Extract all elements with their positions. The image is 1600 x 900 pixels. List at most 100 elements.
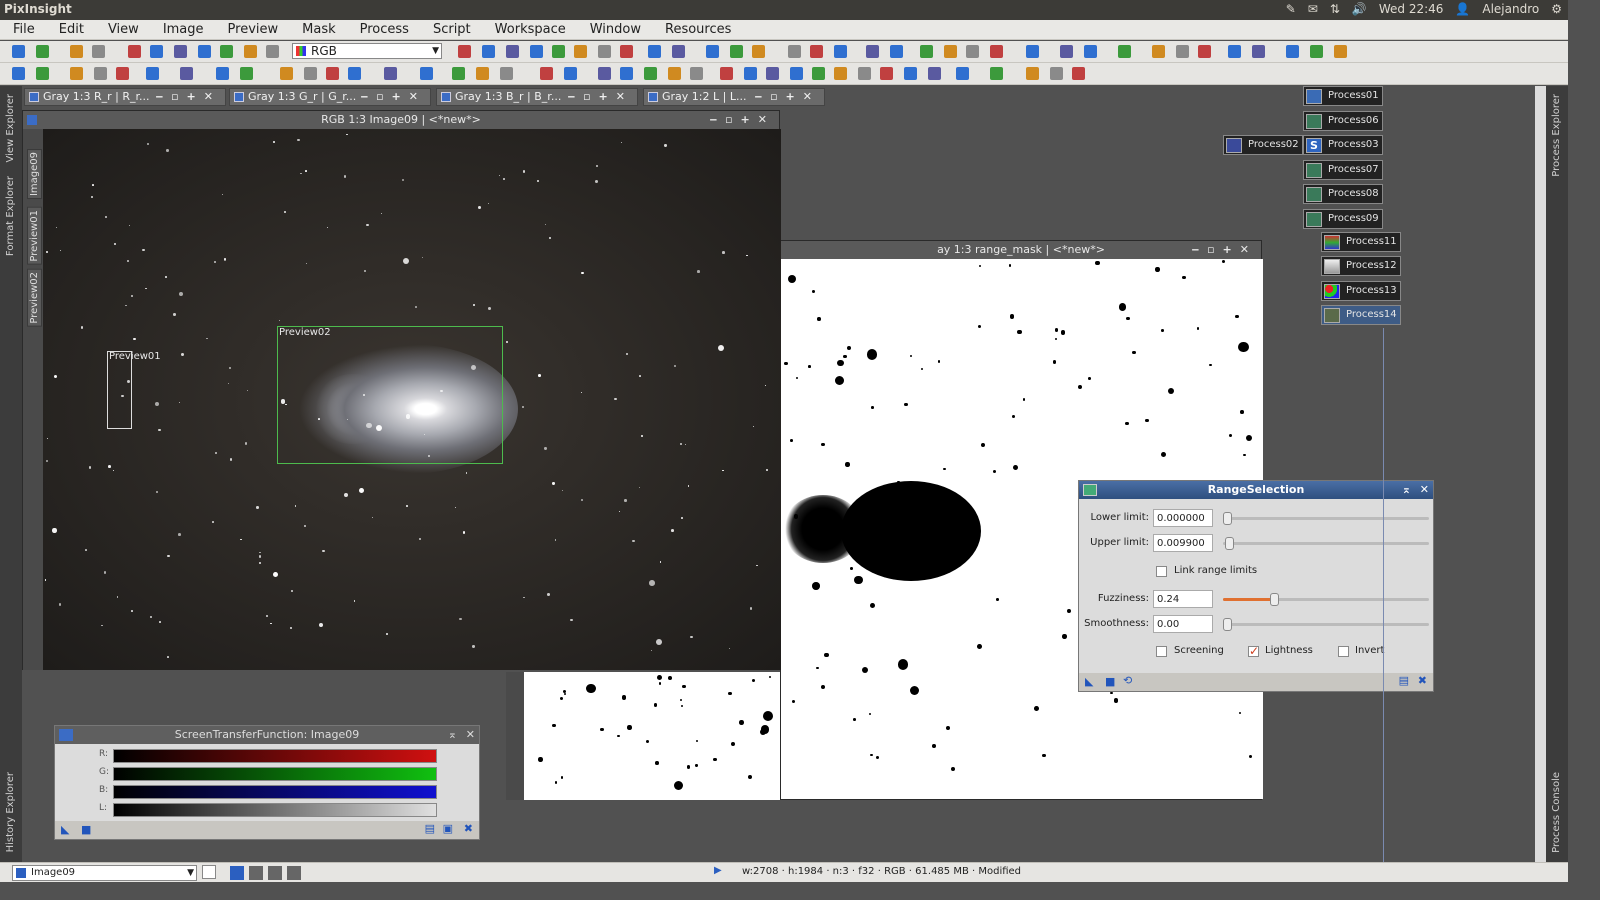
process-icon-02[interactable]: Process02 bbox=[1223, 135, 1303, 155]
shade-button[interactable]: ⌅ bbox=[448, 726, 457, 744]
toolbar-button-icon[interactable] bbox=[116, 67, 129, 80]
toolbar-button-icon[interactable] bbox=[70, 67, 83, 80]
shade-button[interactable]: ⌅ bbox=[1402, 481, 1411, 499]
toolbar-button-icon[interactable] bbox=[866, 45, 879, 58]
menu-workspace[interactable]: Workspace bbox=[482, 20, 577, 39]
toolbar-button-icon[interactable] bbox=[790, 67, 803, 80]
doc-tab-b[interactable]: Gray 1:3 B_r | B_r... ‒▫+✕ bbox=[436, 88, 638, 106]
toolbar-button-icon[interactable] bbox=[500, 67, 513, 80]
preview01-box[interactable] bbox=[107, 351, 132, 429]
toolbar-button-icon[interactable] bbox=[150, 45, 163, 58]
slider-knob[interactable] bbox=[1223, 512, 1232, 525]
fuzziness-input[interactable]: 0.24 bbox=[1153, 590, 1213, 608]
toolbar-button-icon[interactable] bbox=[1286, 45, 1299, 58]
real-time-preview-icon[interactable]: ⟲ bbox=[1123, 674, 1132, 687]
toolbar-button-icon[interactable] bbox=[266, 45, 279, 58]
toolbar-button-icon[interactable] bbox=[574, 45, 587, 58]
edit-icon[interactable]: ✎ bbox=[1286, 2, 1296, 16]
slider-knob[interactable] bbox=[1224, 537, 1234, 550]
smoothness-input[interactable]: 0.00 bbox=[1153, 615, 1213, 633]
toolbar-button-icon[interactable] bbox=[304, 67, 317, 80]
menu-mask[interactable]: Mask bbox=[289, 20, 346, 39]
toolbar-button-icon[interactable] bbox=[506, 45, 519, 58]
smoothness-slider[interactable] bbox=[1223, 618, 1429, 631]
toolbar-button-icon[interactable] bbox=[1084, 45, 1097, 58]
format-explorer-tab[interactable]: Format Explorer bbox=[5, 176, 16, 256]
toolbar-button-icon[interactable] bbox=[644, 67, 657, 80]
vtab-image09[interactable]: Image09 bbox=[27, 149, 42, 200]
process-icon-06[interactable]: Process06 bbox=[1303, 111, 1383, 131]
range-selection-dialog[interactable]: RangeSelection ⌅ ✕ Lower limit: 0.000000… bbox=[1078, 480, 1434, 692]
toolbar-button-icon[interactable] bbox=[990, 45, 1003, 58]
toolbar-button-icon[interactable] bbox=[348, 67, 361, 80]
toolbar-button-icon[interactable] bbox=[744, 67, 757, 80]
window-controls[interactable]: ‒▫+✕ bbox=[1191, 241, 1257, 259]
documentation-icon[interactable]: ▤ bbox=[1399, 674, 1409, 687]
window-controls[interactable]: ‒▫+✕ bbox=[155, 89, 221, 105]
mask-image-lower[interactable] bbox=[524, 672, 780, 800]
process-icon-11[interactable]: Process11 bbox=[1321, 232, 1401, 252]
process-icon-09[interactable]: Process09 bbox=[1303, 209, 1383, 229]
lightness-checkbox[interactable] bbox=[1248, 644, 1259, 658]
toolbar-button-icon[interactable] bbox=[476, 67, 489, 80]
toolbar-button-icon[interactable] bbox=[452, 67, 465, 80]
toolbar-button-icon[interactable] bbox=[834, 67, 847, 80]
preferences-icon[interactable]: ▣ bbox=[443, 822, 453, 835]
link-range-checkbox[interactable] bbox=[1156, 566, 1167, 577]
toolbar-button-icon[interactable] bbox=[1072, 67, 1085, 80]
display-channel-g-icon[interactable] bbox=[268, 866, 282, 880]
toolbar-button-icon[interactable] bbox=[220, 45, 233, 58]
image-window-titlebar[interactable]: RGB 1:3 Image09 | <*new*> ‒▫+✕ bbox=[23, 111, 779, 129]
menu-view[interactable]: View bbox=[95, 20, 150, 39]
toolbar-button-icon[interactable] bbox=[70, 45, 83, 58]
reset-icon[interactable]: ✖ bbox=[1418, 674, 1427, 687]
view-selector[interactable]: Image09 ▼ bbox=[12, 865, 197, 881]
toolbar-button-icon[interactable] bbox=[174, 45, 187, 58]
documentation-icon[interactable]: ▤ bbox=[425, 822, 435, 835]
toolbar-button-icon[interactable] bbox=[1198, 45, 1211, 58]
toolbar-button-icon[interactable] bbox=[420, 67, 433, 80]
process-icon-08[interactable]: Process08 bbox=[1303, 184, 1383, 204]
toolbar-button-icon[interactable] bbox=[1050, 67, 1063, 80]
toolbar-button-icon[interactable] bbox=[530, 45, 543, 58]
toolbar-button-icon[interactable] bbox=[620, 45, 633, 58]
display-channel-r-icon[interactable] bbox=[249, 866, 263, 880]
settings-gear-icon[interactable]: ⚙ bbox=[1551, 2, 1562, 16]
toolbar-button-icon[interactable] bbox=[672, 45, 685, 58]
process-icon-03[interactable]: S Process03 bbox=[1303, 135, 1383, 155]
toolbar-button-icon[interactable] bbox=[648, 45, 661, 58]
stf-slider-r[interactable] bbox=[113, 749, 437, 763]
menu-image[interactable]: Image bbox=[150, 20, 215, 39]
stf-titlebar[interactable]: ScreenTransferFunction: Image09 ⌅ ✕ bbox=[55, 726, 479, 744]
invert-checkbox[interactable] bbox=[1338, 646, 1349, 657]
doc-tab-g[interactable]: Gray 1:3 G_r | G_r... ‒▫+✕ bbox=[229, 88, 431, 106]
doc-tab-r[interactable]: Gray 1:3 R_r | R_r... ‒▫+✕ bbox=[24, 88, 226, 106]
view-explorer-tab[interactable]: View Explorer bbox=[5, 94, 16, 163]
toolbar-button-icon[interactable] bbox=[928, 67, 941, 80]
toolbar-button-icon[interactable] bbox=[1176, 45, 1189, 58]
upper-limit-input[interactable]: 0.009900 bbox=[1153, 534, 1213, 552]
menu-process[interactable]: Process bbox=[347, 20, 420, 39]
toolbar-button-icon[interactable] bbox=[216, 67, 229, 80]
history-explorer-tab[interactable]: History Explorer bbox=[5, 772, 16, 852]
toolbar-button-icon[interactable] bbox=[146, 67, 159, 80]
window-controls[interactable]: ‒▫+✕ bbox=[754, 89, 820, 105]
toolbar-button-icon[interactable] bbox=[598, 67, 611, 80]
process-icon-13[interactable]: Process13 bbox=[1321, 281, 1401, 301]
toolbar-button-icon[interactable] bbox=[240, 67, 253, 80]
mail-icon[interactable]: ✉ bbox=[1308, 2, 1318, 16]
toolbar-button-icon[interactable] bbox=[564, 67, 577, 80]
toolbar-button-icon[interactable] bbox=[1252, 45, 1265, 58]
toolbar-button-icon[interactable] bbox=[920, 45, 933, 58]
toolbar-button-icon[interactable] bbox=[990, 67, 1003, 80]
toolbar-button-icon[interactable] bbox=[1228, 45, 1241, 58]
clock[interactable]: Wed 22:46 bbox=[1379, 2, 1444, 16]
volume-icon[interactable]: 🔊 bbox=[1352, 2, 1367, 16]
apply-global-icon[interactable]: ■ bbox=[1105, 675, 1115, 688]
menu-resources[interactable]: Resources bbox=[652, 20, 742, 39]
toolbar-button-icon[interactable] bbox=[1026, 67, 1039, 80]
toolbar-button-icon[interactable] bbox=[540, 67, 553, 80]
process-icon-01[interactable]: Process01 bbox=[1303, 86, 1383, 106]
toolbar-button-icon[interactable] bbox=[92, 45, 105, 58]
image-window[interactable]: RGB 1:3 Image09 | <*new*> ‒▫+✕ Image09 P… bbox=[22, 110, 781, 670]
